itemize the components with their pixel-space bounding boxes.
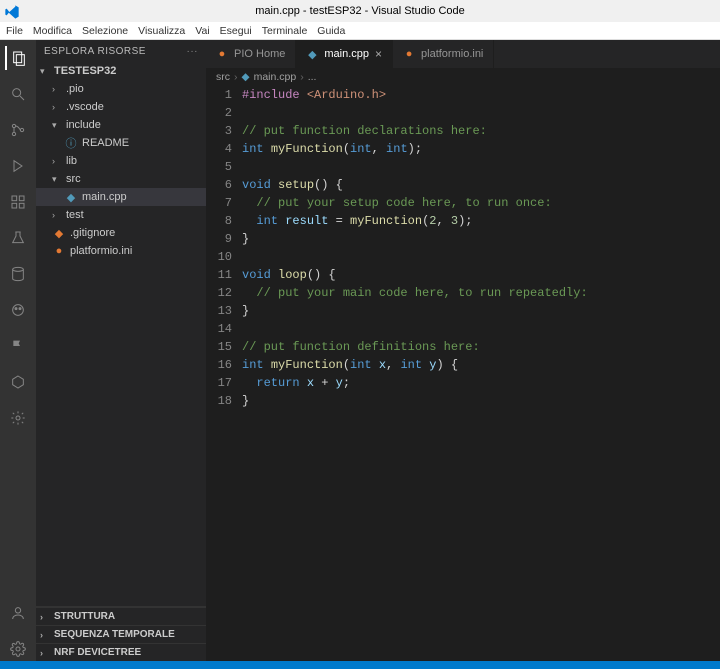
tree-folder-src[interactable]: ▾ src (36, 170, 206, 188)
sidebar-more-icon[interactable]: ··· (187, 46, 199, 57)
menu-edit[interactable]: Modifica (33, 25, 72, 37)
section-label: SEQUENZA TEMPORALE (54, 629, 175, 640)
tree-file-gitignore[interactable]: ◆ .gitignore (36, 224, 206, 242)
code-editor[interactable]: 123456789101112131415161718 #include <Ar… (206, 86, 720, 661)
chevron-down-icon: ▾ (52, 174, 62, 185)
tree-file-maincpp[interactable]: ◆ main.cpp (36, 188, 206, 206)
tree-label: src (66, 173, 81, 185)
tree-label: .vscode (66, 101, 104, 113)
sidebar-bottom-sections: › STRUTTURA › SEQUENZA TEMPORALE › NRF D… (36, 606, 206, 661)
editor-tabs: ● PIO Home ◆ main.cpp × ● platformio.ini (206, 40, 720, 68)
editor-area: ● PIO Home ◆ main.cpp × ● platformio.ini… (206, 40, 720, 661)
status-bar[interactable] (0, 661, 720, 669)
explorer-sidebar: ESPLORA RISORSE ··· ▾ TESTESP32 › .pio ›… (36, 40, 206, 661)
activity-run-icon[interactable] (6, 154, 30, 178)
file-tree: ▾ TESTESP32 › .pio › .vscode ▾ include ⓘ… (36, 62, 206, 606)
breadcrumb-part[interactable]: ... (308, 71, 317, 83)
close-icon[interactable]: × (375, 47, 382, 61)
menu-run[interactable]: Esegui (220, 25, 252, 37)
breadcrumb-part[interactable]: src (216, 71, 230, 83)
tree-label: main.cpp (82, 191, 127, 203)
activity-beaker-icon[interactable] (6, 226, 30, 250)
activity-scm-icon[interactable] (6, 118, 30, 142)
chevron-right-icon: › (52, 156, 62, 166)
tree-folder-lib[interactable]: › lib (36, 152, 206, 170)
tab-label: main.cpp (324, 48, 369, 60)
cpp-file-icon: ◆ (306, 48, 318, 61)
tree-label: include (66, 119, 101, 131)
activity-platformio-icon[interactable] (6, 298, 30, 322)
chevron-right-icon: › (52, 84, 62, 94)
tab-platformio-ini[interactable]: ● platformio.ini (393, 40, 494, 68)
activity-hex-icon[interactable] (6, 370, 30, 394)
tree-label: platformio.ini (70, 245, 132, 257)
menu-help[interactable]: Guida (317, 25, 345, 37)
section-struttura[interactable]: › STRUTTURA (36, 607, 206, 625)
menu-file[interactable]: File (6, 25, 23, 37)
vscode-icon (4, 4, 18, 18)
menu-selection[interactable]: Selezione (82, 25, 128, 37)
tree-label: test (66, 209, 84, 221)
section-sequenza[interactable]: › SEQUENZA TEMPORALE (36, 625, 206, 643)
menu-go[interactable]: Vai (195, 25, 209, 37)
tab-label: PIO Home (234, 48, 285, 60)
menu-view[interactable]: Visualizza (138, 25, 185, 37)
breadcrumb[interactable]: src › ◆ main.cpp › ... (206, 68, 720, 86)
section-label: NRF DEVICETREE (54, 647, 141, 658)
window-title: main.cpp - testESP32 - Visual Studio Cod… (255, 5, 465, 17)
cpp-file-icon: ◆ (242, 71, 250, 83)
chevron-right-icon: › (300, 71, 304, 83)
platformio-icon: ● (216, 48, 228, 60)
tab-label: platformio.ini (421, 48, 483, 60)
activity-gear-icon[interactable] (6, 406, 30, 430)
title-bar: main.cpp - testESP32 - Visual Studio Cod… (0, 0, 720, 22)
activity-explorer-icon[interactable] (5, 46, 29, 70)
activity-settings-icon[interactable] (6, 637, 30, 661)
chevron-down-icon: ▾ (40, 66, 50, 77)
chevron-right-icon: › (52, 102, 62, 112)
tree-folder-test[interactable]: › test (36, 206, 206, 224)
code-lines[interactable]: #include <Arduino.h> // put function dec… (242, 86, 720, 661)
chevron-right-icon: › (40, 630, 50, 640)
section-nrf[interactable]: › NRF DEVICETREE (36, 643, 206, 661)
tab-pio-home[interactable]: ● PIO Home (206, 40, 296, 68)
tree-file-platformio[interactable]: ● platformio.ini (36, 242, 206, 260)
menu-terminal[interactable]: Terminale (262, 25, 308, 37)
platformio-file-icon: ● (403, 48, 415, 60)
chevron-right-icon: › (234, 71, 238, 83)
tree-project-root[interactable]: ▾ TESTESP32 (36, 62, 206, 80)
activity-search-icon[interactable] (6, 82, 30, 106)
cpp-file-icon: ◆ (64, 191, 78, 204)
activity-database-icon[interactable] (6, 262, 30, 286)
sidebar-title: ESPLORA RISORSE (44, 46, 146, 57)
info-icon: ⓘ (64, 135, 78, 151)
chevron-down-icon: ▾ (52, 120, 62, 131)
project-name: TESTESP32 (54, 65, 116, 77)
line-gutter: 123456789101112131415161718 (206, 86, 242, 661)
activity-bar (0, 40, 36, 661)
tree-folder-pio[interactable]: › .pio (36, 80, 206, 98)
tree-file-readme[interactable]: ⓘ README (36, 134, 206, 152)
git-icon: ◆ (52, 227, 66, 240)
menu-bar: File Modifica Selezione Visualizza Vai E… (0, 22, 720, 40)
chevron-right-icon: › (40, 612, 50, 622)
tab-maincpp[interactable]: ◆ main.cpp × (296, 40, 393, 68)
tree-label: lib (66, 155, 77, 167)
breadcrumb-part[interactable]: main.cpp (254, 71, 297, 83)
section-label: STRUTTURA (54, 611, 115, 622)
tree-label: .gitignore (70, 227, 115, 239)
activity-extensions-icon[interactable] (6, 190, 30, 214)
activity-flag-icon[interactable] (6, 334, 30, 358)
activity-account-icon[interactable] (6, 601, 30, 625)
sidebar-header: ESPLORA RISORSE ··· (36, 40, 206, 62)
chevron-right-icon: › (52, 210, 62, 220)
platformio-file-icon: ● (52, 245, 66, 257)
chevron-right-icon: › (40, 648, 50, 658)
tree-folder-include[interactable]: ▾ include (36, 116, 206, 134)
tree-label: README (82, 137, 129, 149)
tree-folder-vscode[interactable]: › .vscode (36, 98, 206, 116)
tree-label: .pio (66, 83, 84, 95)
